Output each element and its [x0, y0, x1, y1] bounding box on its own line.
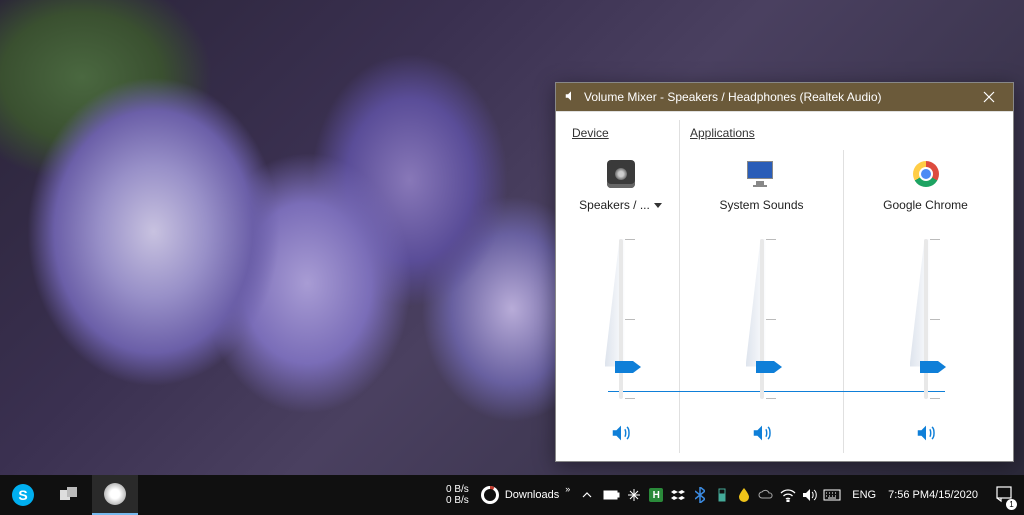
device-volume-slider[interactable]	[608, 239, 634, 399]
chrome-mute-button[interactable]	[915, 413, 937, 453]
device-section-label: Device	[562, 120, 679, 150]
device-mute-button[interactable]	[610, 413, 632, 453]
taskbar-app-1[interactable]	[46, 475, 92, 515]
wifi-icon[interactable]	[778, 475, 798, 515]
chrome-icon[interactable]	[913, 154, 939, 194]
tray-icon-cloud[interactable]	[756, 475, 776, 515]
app-label: Google Chrome	[883, 198, 968, 212]
volume-link-line	[608, 391, 945, 392]
chevron-icon: »	[565, 484, 570, 494]
keyboard-icon[interactable]	[822, 475, 842, 515]
titlebar[interactable]: Volume Mixer - Speakers / Headphones (Re…	[556, 83, 1013, 111]
taskbar-app-2[interactable]	[92, 475, 138, 515]
notifications-button[interactable]: 1	[984, 475, 1024, 515]
tray-icon-star[interactable]	[624, 475, 644, 515]
bluetooth-icon[interactable]	[690, 475, 710, 515]
app-channel-system-sounds: System Sounds	[680, 150, 844, 453]
downloads-indicator[interactable]: Downloads »	[475, 475, 576, 515]
system-sounds-volume-slider[interactable]	[749, 239, 775, 399]
dropbox-icon[interactable]	[668, 475, 688, 515]
network-speed-indicator[interactable]: 0 B/s 0 B/s	[440, 475, 475, 515]
applications-section: Applications System Sounds	[680, 120, 1007, 453]
chrome-volume-slider[interactable]	[913, 239, 939, 399]
tray-icon-h[interactable]: H	[646, 475, 666, 515]
speaker-icon	[564, 89, 578, 106]
close-button[interactable]	[969, 83, 1009, 111]
system-sounds-icon[interactable]	[747, 154, 777, 194]
device-section: Device Speakers / ...	[562, 120, 680, 453]
volume-mixer-window: Volume Mixer - Speakers / Headphones (Re…	[555, 82, 1014, 462]
tray-icon-drop[interactable]	[734, 475, 754, 515]
applications-section-label: Applications	[680, 120, 1007, 150]
device-channel: Speakers / ...	[562, 150, 679, 453]
mixer-body: Device Speakers / ...	[556, 111, 1013, 461]
device-label[interactable]: Speakers / ...	[579, 198, 662, 212]
taskbar-skype[interactable]: S	[0, 475, 46, 515]
system-sounds-mute-button[interactable]	[751, 413, 773, 453]
taskbar: S 0 B/s 0 B/s Downloads » H ENG	[0, 475, 1024, 515]
tray-overflow[interactable]	[576, 475, 598, 515]
system-tray: H	[598, 475, 846, 515]
battery-icon[interactable]	[602, 475, 622, 515]
app-label: System Sounds	[719, 198, 803, 212]
chevron-down-icon	[654, 203, 662, 208]
language-indicator[interactable]: ENG	[846, 475, 882, 515]
volume-icon[interactable]	[800, 475, 820, 515]
app-channel-chrome: Google Chrome	[844, 150, 1007, 453]
device-icon[interactable]	[607, 154, 635, 194]
window-title: Volume Mixer - Speakers / Headphones (Re…	[584, 90, 882, 104]
tray-icon-battery2[interactable]	[712, 475, 732, 515]
clock[interactable]: 7:56 PM 4/15/2020	[882, 475, 984, 515]
